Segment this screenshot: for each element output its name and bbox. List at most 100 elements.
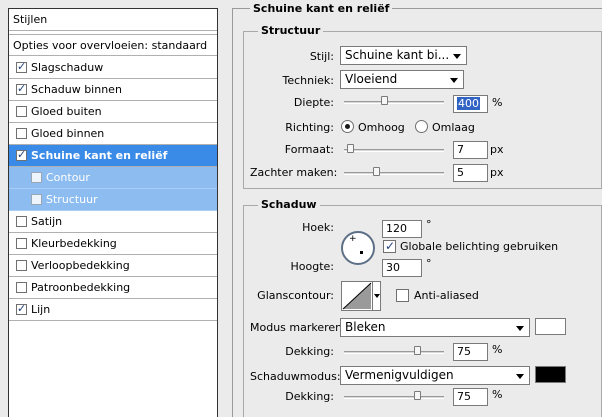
chevron-down-icon [450, 78, 458, 83]
chevron-down-icon [374, 294, 380, 298]
style-item-inner-shadow[interactable]: Schaduw binnen [9, 79, 217, 101]
slider-track [344, 101, 444, 104]
style-item-contour[interactable]: Contour [9, 167, 217, 189]
size-slider[interactable] [344, 144, 444, 154]
highlight-color-swatch[interactable] [535, 318, 566, 335]
shadow-mode-value: Vermenigvuldigen [345, 368, 454, 382]
direction-down-radio[interactable] [415, 120, 428, 133]
soften-input[interactable]: 5 [453, 164, 488, 182]
highlight-opacity-slider[interactable] [344, 346, 444, 356]
checkbox-inner-shadow[interactable] [16, 82, 27, 95]
style-item-label: Gloed buiten [31, 104, 102, 118]
direction-up-radio[interactable] [341, 120, 354, 133]
checkbox-gradient-overlay[interactable] [16, 260, 27, 271]
global-light-label: Globale belichting gebruiken [400, 240, 559, 253]
style-item-inner-glow[interactable]: Gloed binnen [9, 123, 217, 145]
soften-unit: px [490, 166, 504, 179]
checkbox-contour[interactable] [31, 172, 42, 183]
slider-thumb[interactable] [414, 346, 421, 355]
checkbox-stroke[interactable] [16, 302, 27, 315]
technique-label: Techniek: [282, 74, 334, 87]
style-item-label: Kleurbedekking [31, 236, 117, 250]
soften-slider[interactable] [344, 167, 444, 177]
style-item-label: Contour [46, 170, 90, 184]
depth-input[interactable]: 400 [453, 95, 488, 113]
style-item-bevel-emboss[interactable]: Schuine kant en reliëf [9, 145, 217, 167]
checkbox-color-overlay[interactable] [16, 238, 27, 249]
checkbox-bevel-emboss[interactable] [16, 148, 27, 161]
antialiased-checkbox[interactable] [396, 289, 409, 302]
checkbox-satin[interactable] [16, 216, 27, 227]
direction-label: Richting: [285, 121, 334, 134]
style-item-satin[interactable]: Satijn [9, 211, 217, 233]
shading-title: Schaduw [258, 198, 320, 211]
slider-track [344, 149, 444, 152]
shadow-opacity-input[interactable]: 75 [453, 388, 488, 406]
style-dropdown[interactable]: Schuine kant bi... [340, 46, 467, 65]
shadow-opacity-slider[interactable] [344, 391, 444, 401]
gloss-contour-picker[interactable] [341, 281, 381, 311]
chevron-down-icon [453, 54, 461, 59]
style-item-stroke[interactable]: Lijn [9, 299, 217, 321]
slider-thumb[interactable] [373, 167, 380, 176]
slider-thumb[interactable] [347, 144, 354, 153]
chevron-down-icon [516, 326, 524, 331]
style-item-label: Lijn [31, 302, 51, 316]
checkbox-pattern-overlay[interactable] [16, 282, 27, 293]
angle-dial[interactable]: + [341, 231, 375, 265]
styles-title: Stijlen [13, 13, 48, 26]
style-item-texture[interactable]: Structuur [9, 189, 217, 211]
global-light-checkbox[interactable] [383, 239, 396, 253]
highlight-mode-dropdown[interactable]: Bleken [340, 318, 530, 337]
checkbox-drop-shadow[interactable] [16, 60, 27, 73]
slider-track [344, 396, 444, 399]
style-item-label: Verloopbedekking [31, 258, 130, 272]
altitude-input[interactable]: 30 [382, 259, 422, 277]
size-input[interactable]: 7 [453, 141, 488, 159]
style-item-label: Satijn [31, 214, 63, 228]
size-unit: px [490, 143, 504, 156]
divider [232, 8, 233, 417]
styles-header[interactable]: Stijlen [9, 9, 217, 31]
panel-title: Schuine kant en reliëf [250, 2, 393, 15]
slider-thumb[interactable] [414, 391, 421, 400]
style-item-pattern-overlay[interactable]: Patroonbedekking [9, 277, 217, 299]
style-item-color-overlay[interactable]: Kleurbedekking [9, 233, 217, 255]
style-item-label: Patroonbedekking [31, 280, 131, 294]
style-item-label: Slagschaduw [31, 60, 104, 74]
highlight-opacity-unit: % [492, 343, 503, 356]
checkbox-texture[interactable] [31, 194, 42, 205]
slider-track [344, 351, 444, 354]
checkbox-outer-glow[interactable] [16, 106, 27, 117]
style-item-outer-glow[interactable]: Gloed buiten [9, 101, 217, 123]
highlight-opacity-label: Dekking: [285, 345, 334, 358]
shadow-opacity-unit: % [492, 388, 503, 401]
blending-options-item[interactable]: Opties voor overvloeien: standaard [9, 34, 217, 56]
crosshair-icon: + [349, 234, 357, 244]
slider-thumb[interactable] [381, 96, 388, 105]
style-item-label: Gloed binnen [31, 126, 105, 140]
shadow-mode-label: Schaduwmodus: [250, 370, 341, 383]
depth-unit: % [492, 96, 503, 109]
shadow-opacity-value: 75 [457, 390, 471, 403]
direction-down-label: Omlaag [432, 121, 475, 134]
angle-value: 120 [386, 222, 407, 235]
shadow-mode-dropdown[interactable]: Vermenigvuldigen [340, 366, 530, 385]
angle-label: Hoek: [302, 221, 334, 234]
depth-slider[interactable] [344, 96, 444, 106]
shadow-opacity-label: Dekking: [285, 390, 334, 403]
technique-dropdown[interactable]: Vloeiend [340, 70, 464, 89]
style-item-gradient-overlay[interactable]: Verloopbedekking [9, 255, 217, 277]
shadow-color-swatch[interactable] [535, 366, 566, 383]
highlight-opacity-value: 75 [457, 345, 471, 358]
structure-title: Structuur [258, 24, 324, 37]
soften-label: Zachter maken: [250, 166, 338, 179]
contour-preview-icon [342, 282, 372, 310]
highlight-opacity-input[interactable]: 75 [453, 343, 488, 361]
angle-input[interactable]: 120 [382, 220, 422, 238]
antialiased-label: Anti-aliased [414, 289, 479, 302]
checkbox-inner-glow[interactable] [16, 128, 27, 139]
highlight-mode-value: Bleken [345, 320, 386, 334]
style-label: Stijl: [309, 50, 334, 63]
style-item-drop-shadow[interactable]: Slagschaduw [9, 57, 217, 79]
